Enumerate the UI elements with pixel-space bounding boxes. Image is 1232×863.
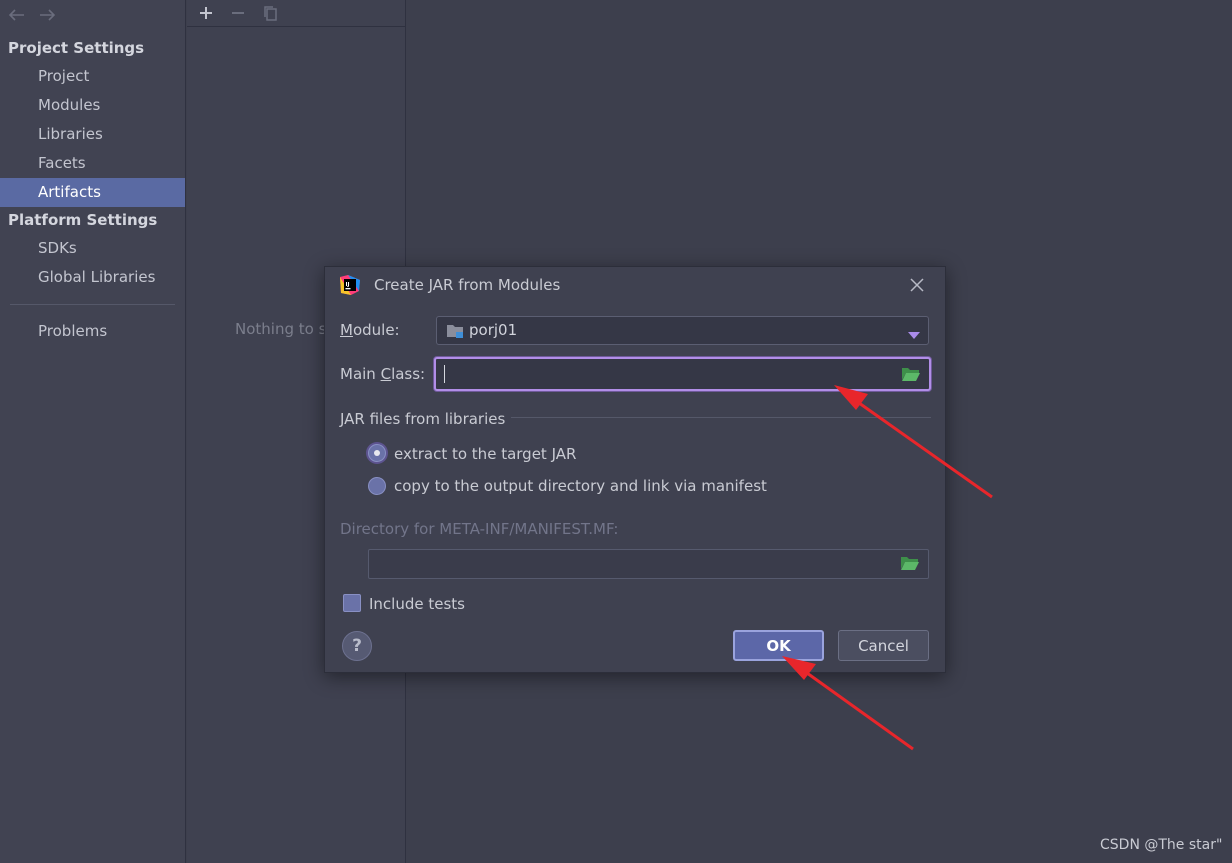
sidebar-item-problems[interactable]: Problems bbox=[0, 317, 185, 346]
main-class-label: Main Class: bbox=[340, 365, 426, 383]
browse-folder-icon[interactable] bbox=[901, 366, 921, 386]
sidebar-item-libraries[interactable]: Libraries bbox=[0, 120, 185, 149]
module-label: Module: bbox=[340, 321, 400, 339]
include-tests-label[interactable]: Include tests bbox=[369, 595, 465, 613]
manifest-browse-folder-icon bbox=[900, 555, 920, 575]
radio-copy-label[interactable]: copy to the output directory and link vi… bbox=[394, 477, 767, 495]
text-caret bbox=[444, 365, 445, 383]
dialog-title: Create JAR from Modules bbox=[374, 276, 561, 294]
remove-icon[interactable] bbox=[227, 2, 249, 24]
settings-sidebar: Project Settings Project Modules Librari… bbox=[0, 0, 186, 863]
manifest-dir-label: Directory for META-INF/MANIFEST.MF: bbox=[340, 520, 619, 538]
create-jar-dialog: IJ Create JAR from Modules Module: porj0… bbox=[324, 266, 946, 673]
dialog-title-bar: IJ Create JAR from Modules bbox=[325, 267, 945, 303]
help-button[interactable]: ? bbox=[342, 631, 372, 661]
sidebar-item-facets[interactable]: Facets bbox=[0, 149, 185, 178]
manifest-dir-input bbox=[368, 549, 929, 579]
radio-extract-label[interactable]: extract to the target JAR bbox=[394, 445, 576, 463]
artifacts-toolbar bbox=[187, 0, 405, 27]
forward-arrow-icon[interactable] bbox=[38, 5, 58, 25]
platform-settings-header: Platform Settings bbox=[8, 211, 158, 229]
module-combobox[interactable]: porj01 bbox=[436, 316, 929, 345]
sidebar-item-modules[interactable]: Modules bbox=[0, 91, 185, 120]
include-tests-checkbox[interactable] bbox=[343, 594, 361, 612]
radio-extract[interactable] bbox=[368, 444, 386, 462]
nav-arrows bbox=[0, 0, 185, 30]
sidebar-divider bbox=[10, 304, 175, 305]
sidebar-item-sdks[interactable]: SDKs bbox=[0, 234, 185, 263]
module-value: porj01 bbox=[469, 321, 518, 339]
radio-copy[interactable] bbox=[368, 477, 386, 495]
group-divider bbox=[511, 417, 931, 418]
copy-icon[interactable] bbox=[259, 2, 281, 24]
sidebar-item-artifacts[interactable]: Artifacts bbox=[0, 178, 185, 207]
svg-text:IJ: IJ bbox=[346, 282, 350, 288]
sidebar-item-project[interactable]: Project bbox=[0, 62, 185, 91]
add-icon[interactable] bbox=[195, 2, 217, 24]
watermark-text: CSDN @The star" bbox=[1100, 837, 1223, 853]
sidebar-item-global-libraries[interactable]: Global Libraries bbox=[0, 263, 185, 292]
close-icon[interactable] bbox=[907, 275, 927, 295]
chevron-down-icon[interactable] bbox=[908, 326, 920, 344]
back-arrow-icon[interactable] bbox=[6, 5, 26, 25]
module-folder-icon bbox=[446, 323, 464, 343]
jar-group-label: JAR files from libraries bbox=[340, 410, 506, 428]
main-class-input[interactable] bbox=[434, 357, 931, 391]
project-settings-header: Project Settings bbox=[8, 39, 145, 57]
ok-button[interactable]: OK bbox=[733, 630, 824, 661]
cancel-button[interactable]: Cancel bbox=[838, 630, 929, 661]
intellij-app-icon: IJ bbox=[339, 274, 361, 296]
empty-state-text: Nothing to s bbox=[235, 320, 327, 338]
